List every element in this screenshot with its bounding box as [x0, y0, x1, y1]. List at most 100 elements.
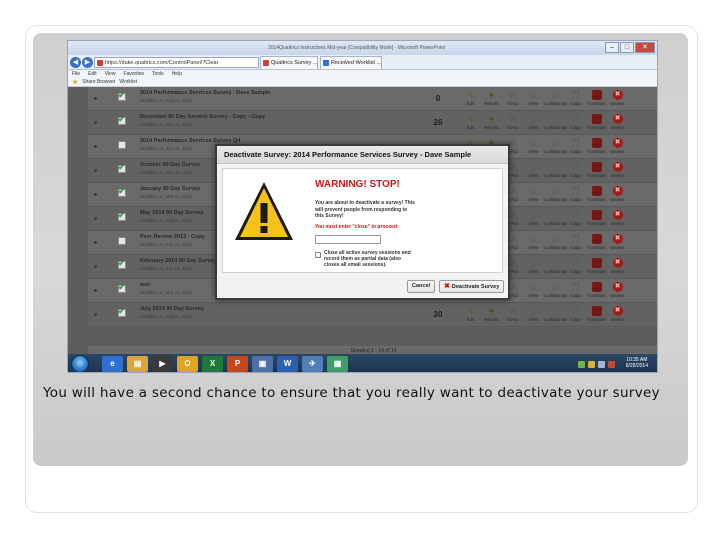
taskbar-app-icon[interactable]: e — [102, 356, 123, 372]
send-action[interactable]: ✉ Send — [502, 112, 523, 134]
view-action[interactable]: ⌕ View — [523, 280, 544, 302]
translate-action[interactable]: Translate — [586, 184, 607, 206]
taskbar-app-icon[interactable]: W — [277, 356, 298, 372]
survey-name[interactable]: July 2014 90 Day Survey — [140, 306, 290, 312]
collaborate-action[interactable]: ⚇ Collaborate — [544, 280, 567, 302]
maximize-button[interactable]: □ — [620, 42, 634, 53]
taskbar-app-icon[interactable]: ▣ — [252, 356, 273, 372]
edit-action[interactable]: ✎Edit — [460, 88, 481, 110]
translate-action[interactable]: Translate — [586, 160, 607, 182]
favorites-star-icon[interactable]: ★ — [72, 78, 78, 87]
active-checkbox[interactable] — [118, 306, 126, 317]
active-checkbox[interactable] — [118, 90, 126, 101]
menu-help[interactable]: Help — [172, 70, 182, 78]
fav-worklist[interactable]: Worklist — [119, 78, 137, 87]
minimize-button[interactable]: – — [605, 42, 619, 53]
back-icon[interactable]: ◀ — [70, 57, 81, 68]
collaborate-action[interactable]: ⚇ Collaborate — [544, 304, 567, 326]
delete-action[interactable]: ✖ Delete — [607, 160, 628, 182]
active-checkbox[interactable] — [118, 282, 126, 293]
delete-action[interactable]: ✖ Delete — [607, 232, 628, 254]
active-checkbox[interactable] — [118, 114, 126, 125]
close-window-button[interactable]: ✕ — [635, 42, 655, 53]
view-action[interactable]: ⌕ View — [523, 136, 544, 158]
results-action[interactable]: ✦Results — [481, 304, 502, 326]
copy-action[interactable]: ❐ Copy — [565, 112, 586, 134]
delete-action[interactable]: ✖ Delete — [607, 112, 628, 134]
taskbar-app-icon[interactable]: P — [227, 356, 248, 372]
taskbar-app-icon[interactable]: ▦ — [327, 356, 348, 372]
delete-action[interactable]: ✖ Delete — [607, 208, 628, 230]
copy-action[interactable]: ❐ Copy — [565, 304, 586, 326]
fav-share-browser[interactable]: Share Browser — [82, 78, 115, 87]
taskbar-app-icon[interactable]: O — [177, 356, 198, 372]
deactivate-survey-button[interactable]: ✖ Deactivate Survey — [439, 280, 505, 293]
delete-action[interactable]: ✖ Delete — [607, 184, 628, 206]
collaborate-action[interactable]: ⚇ Collaborate — [544, 136, 567, 158]
translate-action[interactable]: Translate — [586, 256, 607, 278]
taskbar-app-icon[interactable]: X — [202, 356, 223, 372]
view-action[interactable]: ⌕ View — [523, 208, 544, 230]
close-confirm-input[interactable] — [315, 235, 381, 244]
copy-action[interactable]: ❐ Copy — [565, 88, 586, 110]
survey-name[interactable]: 2014 Performance Services Survey - Dave … — [140, 90, 290, 96]
forward-icon[interactable]: ▶ — [82, 57, 93, 68]
view-action[interactable]: ⌕ View — [523, 232, 544, 254]
url-input[interactable]: https://duke.qualtrics.com/ControlPanel/… — [94, 57, 259, 68]
taskbar-app-icon[interactable]: ▶ — [152, 356, 173, 372]
translate-action[interactable]: Translate — [586, 136, 607, 158]
active-checkbox[interactable] — [118, 141, 126, 149]
view-action[interactable]: ⌕ View — [523, 256, 544, 278]
send-action[interactable]: ✉ Send — [502, 88, 523, 110]
translate-action[interactable]: Translate — [586, 280, 607, 302]
tray-app-icon[interactable] — [608, 360, 615, 368]
results-action[interactable]: ✦Results — [481, 88, 502, 110]
view-action[interactable]: ⌕ View — [523, 88, 544, 110]
active-checkbox[interactable] — [118, 210, 126, 221]
taskbar-app-icon[interactable]: ✈ — [302, 356, 323, 372]
copy-action[interactable]: ❐ Copy — [565, 280, 586, 302]
view-action[interactable]: ⌕ View — [523, 304, 544, 326]
collaborate-action[interactable]: ⚇ Collaborate — [544, 184, 567, 206]
tab-worklist[interactable]: Received Worklist ... — [320, 56, 382, 69]
view-action[interactable]: ⌕ View — [523, 184, 544, 206]
tab-qualtrics[interactable]: Qualtrics Survey ... — [260, 56, 318, 69]
survey-name[interactable]: December 90 Day Generic Survey - Copy - … — [140, 114, 290, 120]
translate-action[interactable]: Translate — [586, 88, 607, 110]
cancel-button[interactable]: Cancel — [407, 280, 436, 293]
send-action[interactable]: ✉ Send — [502, 304, 523, 326]
translate-action[interactable]: Translate — [586, 232, 607, 254]
active-checkbox[interactable] — [118, 162, 126, 173]
delete-action[interactable]: ✖ Delete — [607, 304, 628, 326]
active-checkbox[interactable] — [118, 186, 126, 197]
start-button[interactable] — [71, 355, 89, 372]
copy-action[interactable]: ❐ Copy — [565, 208, 586, 230]
copy-action[interactable]: ❐ Copy — [565, 136, 586, 158]
active-checkbox[interactable] — [118, 237, 126, 245]
delete-action[interactable]: ✖ Delete — [607, 88, 628, 110]
translate-action[interactable]: Translate — [586, 304, 607, 326]
translate-action[interactable]: Translate — [586, 208, 607, 230]
taskbar-clock[interactable]: 10:35 AM 8/28/2014 — [626, 357, 648, 369]
copy-action[interactable]: ❐ Copy — [565, 256, 586, 278]
taskbar-app-icon[interactable]: ▤ — [127, 356, 148, 372]
delete-action[interactable]: ✖ Delete — [607, 136, 628, 158]
collaborate-action[interactable]: ⚇ Collaborate — [544, 160, 567, 182]
view-action[interactable]: ⌕ View — [523, 160, 544, 182]
edit-action[interactable]: ✎Edit — [460, 112, 481, 134]
collaborate-action[interactable]: ⚇ Collaborate — [544, 112, 567, 134]
copy-action[interactable]: ❐ Copy — [565, 232, 586, 254]
close-sessions-checkbox[interactable] — [315, 252, 321, 258]
collaborate-action[interactable]: ⚇ Collaborate — [544, 208, 567, 230]
delete-action[interactable]: ✖ Delete — [607, 256, 628, 278]
collaborate-action[interactable]: ⚇ Collaborate — [544, 256, 567, 278]
active-checkbox[interactable] — [118, 258, 126, 269]
menu-tools[interactable]: Tools — [152, 70, 164, 78]
tray-network-icon[interactable] — [578, 360, 585, 368]
collaborate-action[interactable]: ⚇ Collaborate — [544, 232, 567, 254]
view-action[interactable]: ⌕ View — [523, 112, 544, 134]
copy-action[interactable]: ❐ Copy — [565, 184, 586, 206]
results-action[interactable]: ✦Results — [481, 112, 502, 134]
collaborate-action[interactable]: ⚇ Collaborate — [544, 88, 567, 110]
delete-action[interactable]: ✖ Delete — [607, 280, 628, 302]
